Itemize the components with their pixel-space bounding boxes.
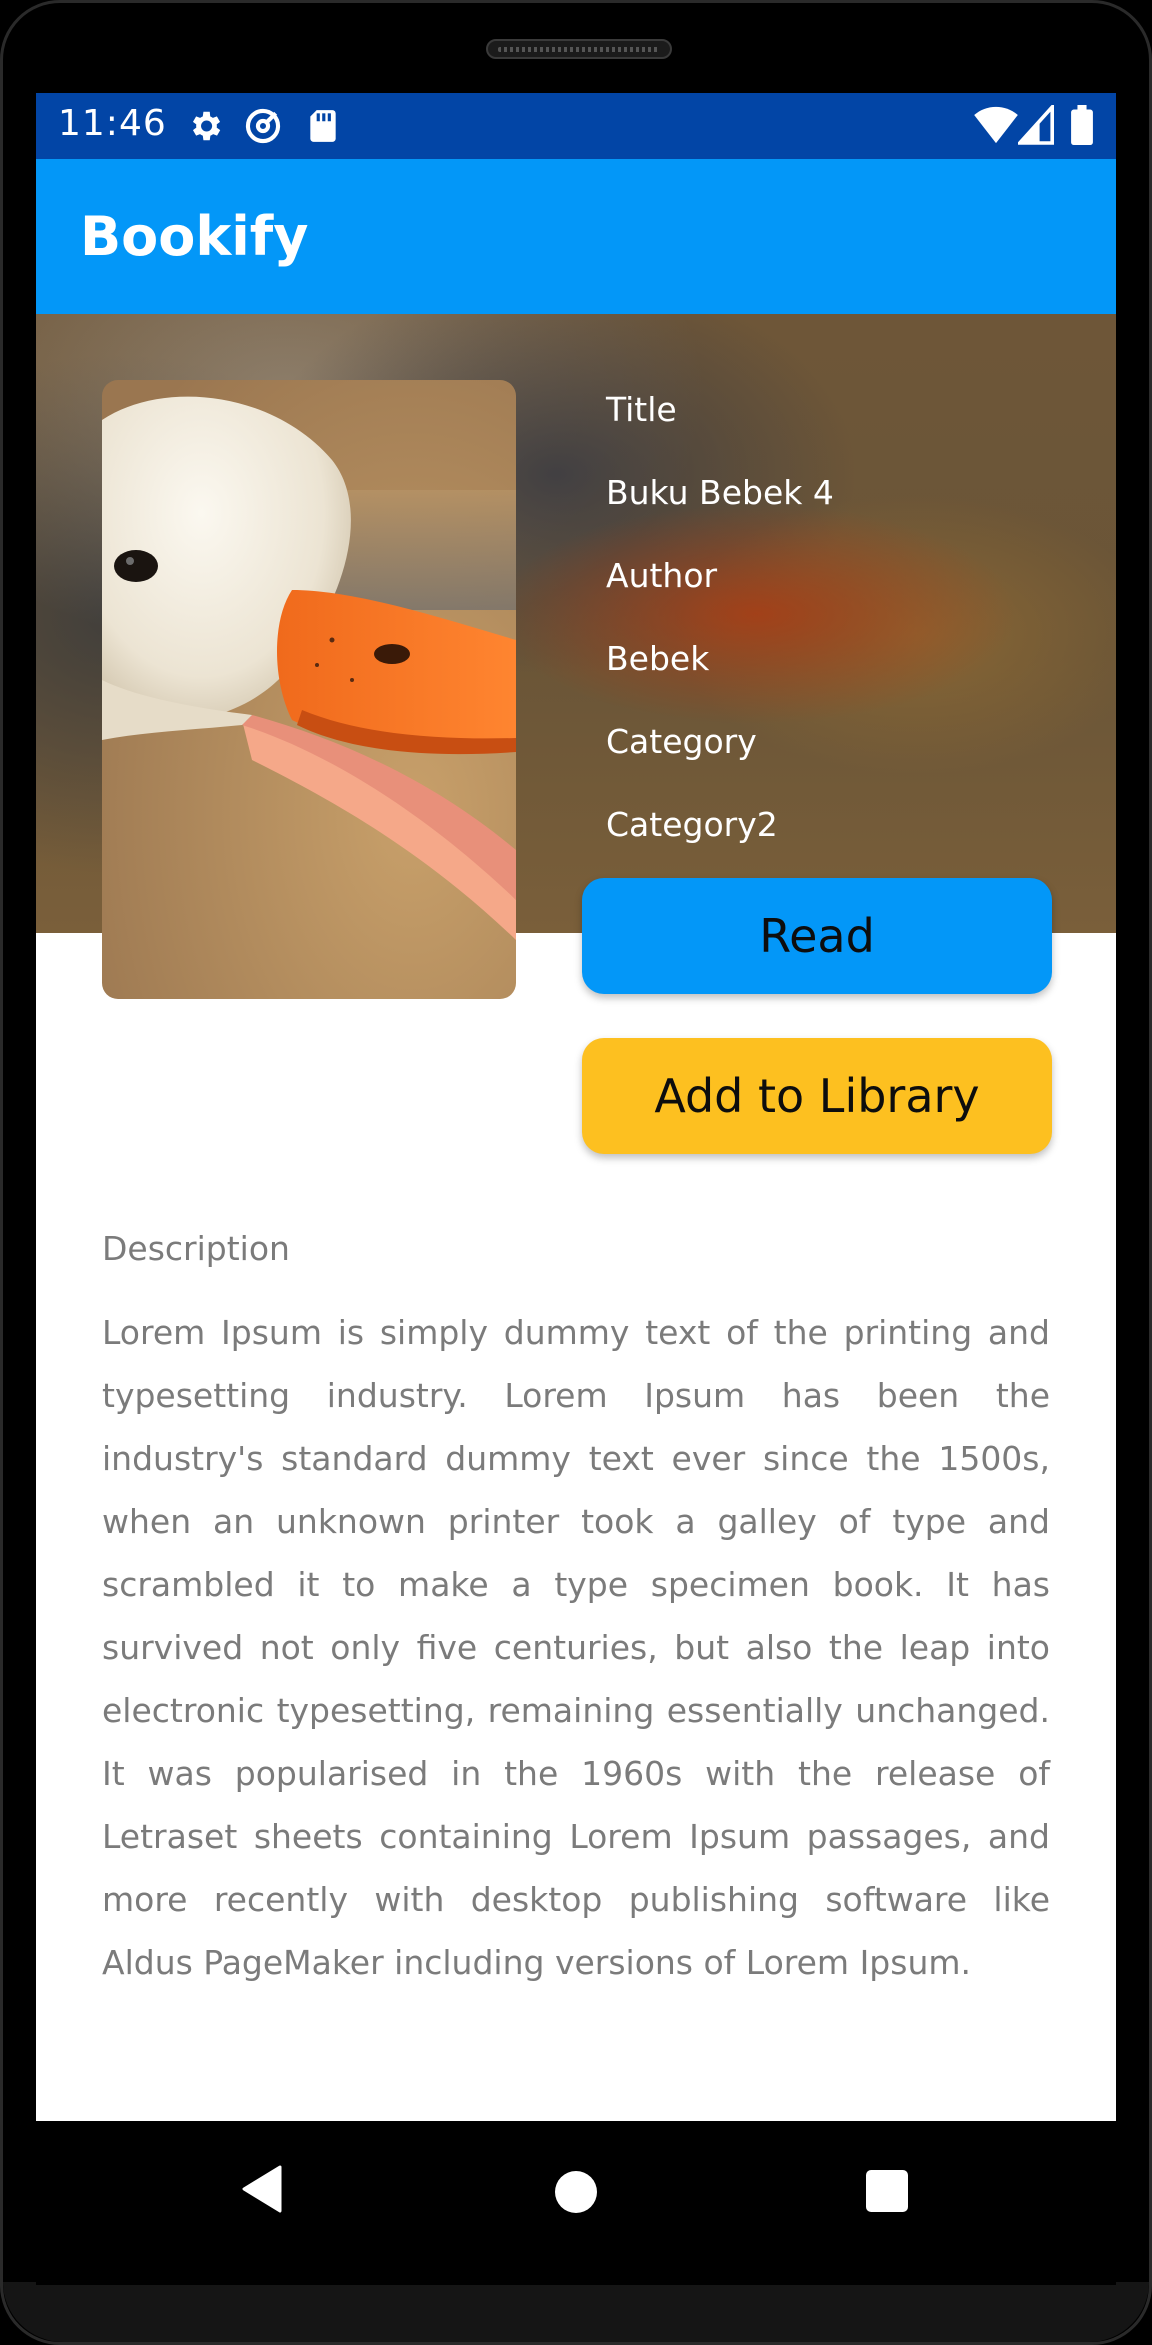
speaker-grille xyxy=(486,39,672,59)
category-label: Category xyxy=(606,722,757,761)
title-label: Title xyxy=(606,390,677,429)
home-icon[interactable] xyxy=(555,2171,597,2213)
book-cover-image xyxy=(102,380,516,999)
title-value: Buku Bebek 4 xyxy=(606,473,834,512)
category-value: Category2 xyxy=(606,805,778,844)
gear-icon xyxy=(192,111,221,141)
read-button[interactable]: Read xyxy=(582,878,1052,994)
navigation-bar xyxy=(36,2121,1116,2285)
author-label: Author xyxy=(606,556,718,595)
author-value: Bebek xyxy=(606,639,710,678)
app-title: Bookify xyxy=(80,205,309,268)
back-icon[interactable] xyxy=(242,2165,282,2213)
bottom-bezel xyxy=(3,2282,1149,2342)
at-sign-icon xyxy=(245,108,281,144)
signal-icon xyxy=(1018,105,1054,145)
status-time: 11:46 xyxy=(58,103,167,144)
app-bar: Bookify xyxy=(36,159,1116,314)
sd-card-icon xyxy=(310,110,336,142)
description-text: Lorem Ipsum is simply dummy text of the … xyxy=(102,1313,1050,1982)
description-label: Description xyxy=(102,1229,290,1268)
wifi-icon xyxy=(974,106,1018,144)
battery-icon xyxy=(1071,105,1093,145)
recents-icon[interactable] xyxy=(866,2170,908,2212)
add-to-library-button[interactable]: Add to Library xyxy=(582,1038,1052,1154)
status-bar: 11:46 xyxy=(36,93,1116,159)
